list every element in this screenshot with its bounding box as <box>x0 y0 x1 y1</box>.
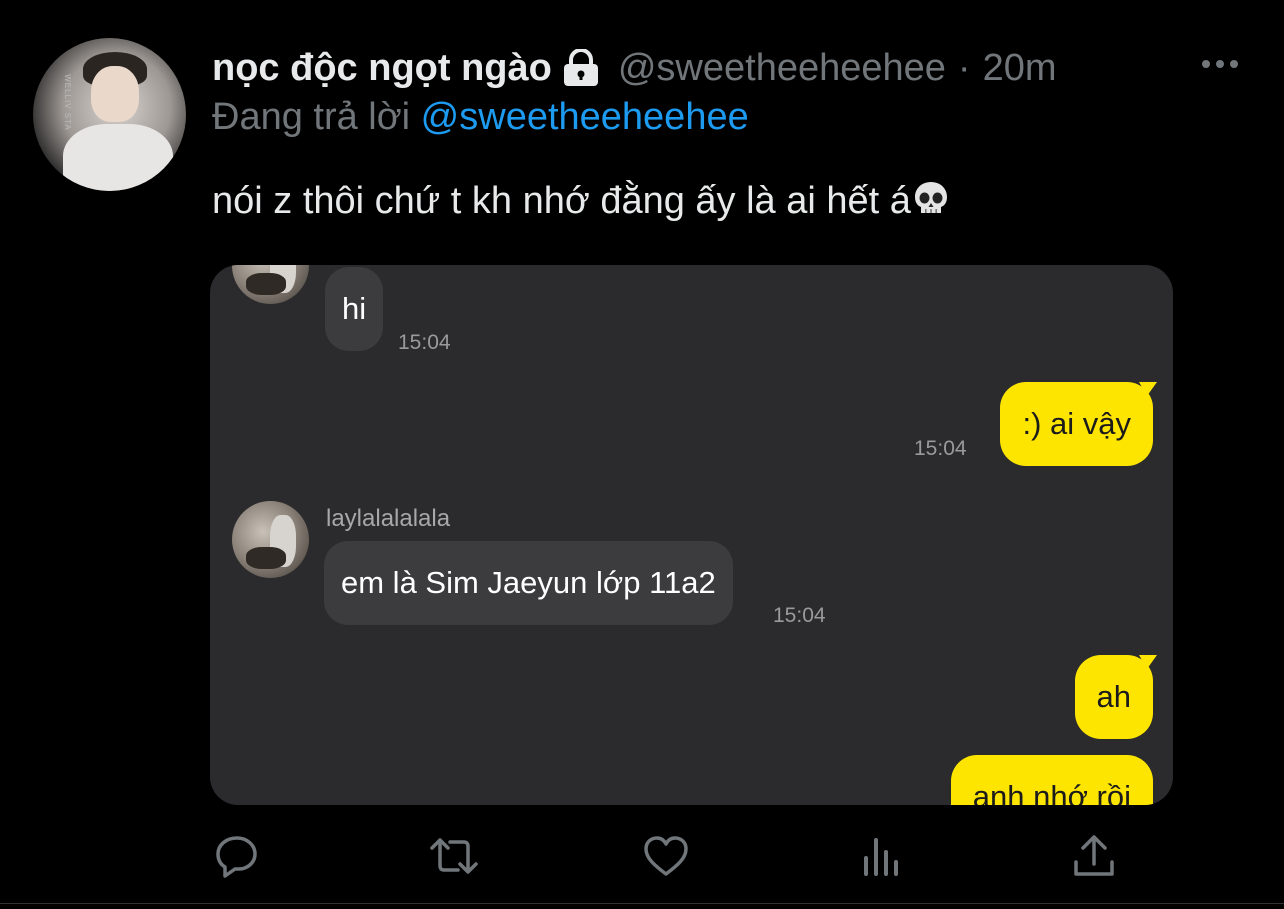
reply-icon[interactable] <box>213 832 261 880</box>
separator-dot: · <box>957 47 971 89</box>
message-time: 15:04 <box>398 331 451 354</box>
chat-bubble-outgoing: anh nhớ rồi <box>950 755 1153 805</box>
tweet-time[interactable]: 20m <box>983 44 1057 92</box>
tweet-action-bar <box>0 826 1284 886</box>
share-icon[interactable] <box>1070 832 1118 880</box>
tweet-media-image[interactable]: hi 15:04 :) ai vậy 15:04 laylalalalala e… <box>210 265 1173 805</box>
lock-icon <box>560 48 602 87</box>
analytics-icon[interactable] <box>858 832 906 880</box>
chat-bubble-text: :) ai vậy <box>1022 406 1131 441</box>
sender-name: laylalalalala <box>326 505 451 532</box>
tweet-text-content: nói z thôi chứ t kh nhớ đằng ấy là ai hế… <box>212 180 911 222</box>
message-time: 15:04 <box>773 604 826 627</box>
chat-avatar-shadow <box>246 547 286 569</box>
divider <box>0 903 1284 904</box>
message-time: 15:04 <box>914 437 967 460</box>
chat-bubble-incoming: hi <box>325 267 384 351</box>
chat-avatar-shadow <box>246 273 286 295</box>
chat-avatar <box>232 501 309 578</box>
avatar-body <box>63 124 173 191</box>
chat-bubble-text: ah <box>1096 679 1131 714</box>
avatar-face <box>91 66 139 122</box>
profile-avatar[interactable]: WELLIV STA <box>33 38 186 191</box>
replying-to: Đang trả lời @sweetheeheehee <box>212 94 749 140</box>
tweet-header: nọc độc ngọt ngào @sweetheeheehee · 20m <box>212 44 1056 92</box>
chat-bubble-outgoing: ah <box>1074 655 1157 739</box>
user-handle[interactable]: @sweetheeheehee <box>618 44 946 92</box>
tweet-text: nói z thôi chứ t kh nhớ đằng ấy là ai hế… <box>212 178 951 224</box>
bubble-tail <box>1139 382 1157 396</box>
chat-bubble-incoming: em là Sim Jaeyun lớp 11a2 <box>324 541 733 625</box>
more-icon[interactable] <box>1200 52 1240 76</box>
avatar-caption: WELLIV STA <box>62 74 72 131</box>
chat-bubble-outgoing: :) ai vậy <box>1000 382 1157 466</box>
chat-avatar <box>232 265 309 304</box>
skull-emoji-icon <box>911 179 951 219</box>
reply-handle-link[interactable]: @sweetheeheehee <box>421 96 749 138</box>
display-name[interactable]: nọc độc ngọt ngào <box>212 44 552 92</box>
retweet-icon[interactable] <box>426 832 482 880</box>
reply-prefix: Đang trả lời <box>212 96 411 138</box>
bubble-tail <box>1139 655 1157 669</box>
chat-bubble-text: anh nhớ rồi <box>972 779 1131 805</box>
heart-icon[interactable] <box>642 832 690 880</box>
